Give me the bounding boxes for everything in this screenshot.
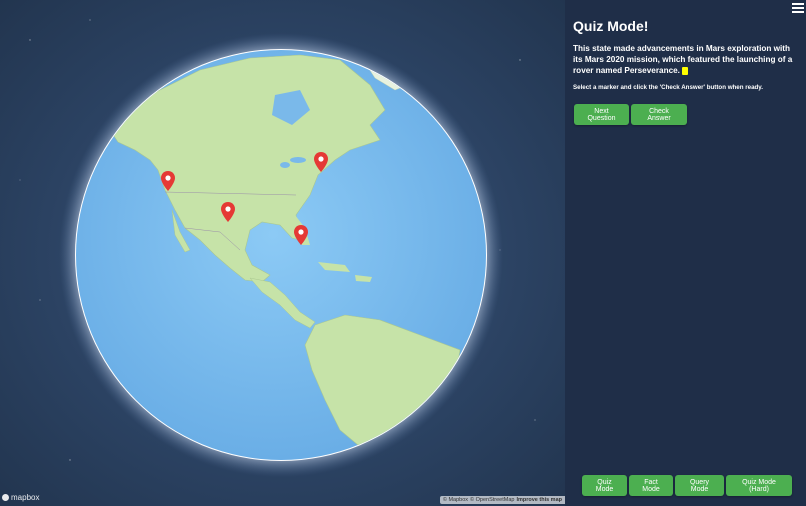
- next-question-button[interactable]: Next Question: [574, 104, 629, 125]
- mapbox-logo[interactable]: mapbox: [2, 493, 39, 502]
- map-view[interactable]: mapbox © Mapbox © OpenStreetMap Improve …: [0, 0, 565, 506]
- quiz-instruction: Select a marker and click the 'Check Ans…: [573, 84, 764, 91]
- quiz-mode-hard-button[interactable]: Quiz Mode (Hard): [726, 475, 792, 496]
- quiz-mode-button[interactable]: Quiz Mode: [582, 475, 627, 496]
- attribution-osm[interactable]: © OpenStreetMap: [470, 497, 514, 503]
- hamburger-menu-icon[interactable]: [792, 3, 804, 13]
- map-pin-icon: [294, 225, 308, 245]
- mapbox-logo-icon: [2, 494, 9, 501]
- attribution-mapbox[interactable]: © Mapbox: [443, 497, 468, 503]
- side-panel: Quiz Mode! This state made advancements …: [565, 0, 806, 506]
- mapbox-logo-text: mapbox: [11, 493, 40, 502]
- fact-mode-button[interactable]: Fact Mode: [629, 475, 673, 496]
- check-answer-button[interactable]: Check Answer: [631, 104, 687, 125]
- query-mode-button[interactable]: Query Mode: [675, 475, 724, 496]
- map-marker-texas[interactable]: [221, 202, 235, 222]
- globe[interactable]: [0, 0, 565, 506]
- map-pin-icon: [314, 152, 328, 172]
- map-marker-california[interactable]: [161, 171, 175, 191]
- map-attribution: © Mapbox © OpenStreetMap Improve this ma…: [439, 496, 565, 504]
- quiz-question: This state made advancements in Mars exp…: [573, 43, 795, 76]
- text-cursor-icon: [682, 66, 689, 75]
- map-marker-florida[interactable]: [294, 225, 308, 245]
- map-pin-icon: [221, 202, 235, 222]
- panel-title: Quiz Mode!: [573, 18, 649, 34]
- map-pin-icon: [161, 171, 175, 191]
- map-marker-northeast[interactable]: [314, 152, 328, 172]
- improve-map-link[interactable]: Improve this map: [516, 497, 562, 503]
